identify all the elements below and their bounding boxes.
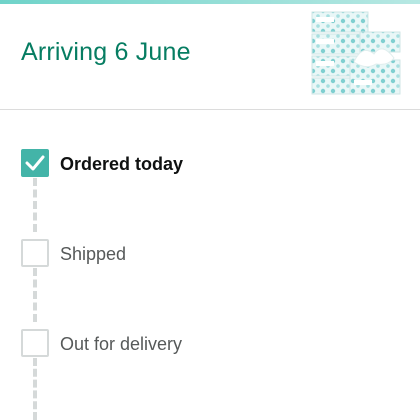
step-shipped-checkbox	[21, 239, 49, 267]
arrival-date-title: Arriving 6 June	[21, 38, 191, 66]
step-ordered-label: Ordered today	[60, 154, 184, 174]
product-thumbnail[interactable]	[310, 8, 402, 96]
checkmark-icon	[25, 155, 45, 171]
step-shipped-label: Shipped	[60, 244, 127, 264]
progress-connector	[33, 358, 37, 420]
progress-connector	[33, 268, 37, 322]
step-out-for-delivery-label: Out for delivery	[60, 334, 183, 354]
delivery-header: Arriving 6 June	[0, 4, 420, 110]
delivery-tracking-screen: Arriving 6 June Ordered today Shipped Ou…	[0, 0, 420, 420]
step-ordered-checkbox	[21, 149, 49, 177]
shipment-progress-tracker: Ordered today Shipped Out for delivery	[0, 110, 420, 420]
tissue-box-image	[311, 11, 401, 95]
progress-connector	[33, 178, 37, 232]
step-out-for-delivery-checkbox	[21, 329, 49, 357]
